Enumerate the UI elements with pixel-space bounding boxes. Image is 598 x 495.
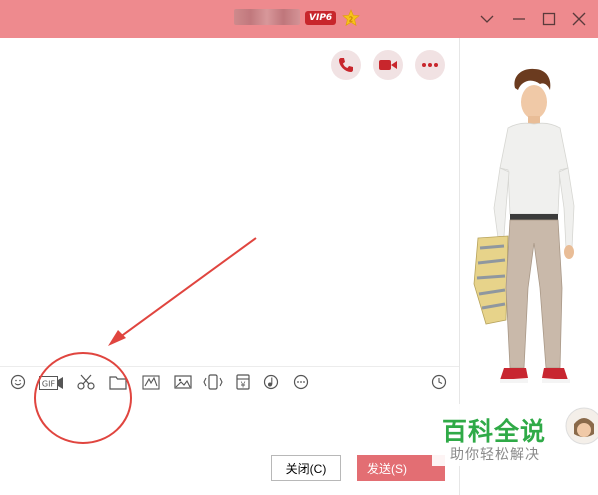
scissors-icon	[77, 374, 95, 390]
svg-text:2: 2	[349, 16, 353, 24]
message-area	[0, 38, 459, 366]
character-illustration	[473, 68, 575, 383]
image-button[interactable]	[173, 373, 193, 391]
clock-icon	[431, 374, 447, 390]
vip-star-icon[interactable]: 2	[342, 9, 360, 27]
emoji-icon	[10, 374, 26, 390]
image-icon	[174, 375, 192, 389]
close-button[interactable]: 关闭(C)	[271, 455, 341, 481]
music-icon	[263, 374, 279, 390]
more-tools-button[interactable]	[291, 373, 311, 391]
watermark-title: 百科全说	[442, 417, 547, 446]
vip-badge[interactable]: VIP6	[305, 11, 337, 25]
shake-icon	[203, 374, 223, 390]
doodle-button[interactable]	[141, 373, 161, 391]
file-button[interactable]	[108, 373, 128, 391]
watermark-avatar	[562, 404, 598, 448]
maximize-icon[interactable]	[541, 11, 557, 27]
svg-text:GIF: GIF	[42, 380, 56, 389]
doodle-icon	[142, 375, 160, 390]
message-input[interactable]	[0, 395, 459, 450]
minimize-icon[interactable]	[511, 11, 527, 27]
contact-name-blurred	[234, 9, 300, 25]
svg-text:¥: ¥	[240, 381, 245, 390]
music-button[interactable]	[261, 373, 281, 391]
title-bar: VIP6 2	[0, 0, 598, 38]
more-icon	[293, 374, 309, 390]
chevron-down-icon[interactable]	[479, 11, 495, 27]
screenshot-button[interactable]	[76, 373, 96, 391]
toolbar-divider	[0, 366, 459, 367]
watermark-subtitle: 助你轻松解决	[450, 447, 540, 463]
history-button[interactable]	[429, 373, 449, 391]
close-icon[interactable]	[571, 11, 587, 27]
red-packet-button[interactable]: ¥	[233, 373, 253, 391]
red-packet-icon: ¥	[236, 374, 250, 390]
folder-icon	[109, 376, 127, 390]
gif-button[interactable]: GIF	[39, 375, 63, 390]
send-button-label: 发送(S)	[367, 461, 407, 476]
emoji-button[interactable]	[8, 373, 28, 391]
gif-icon: GIF	[39, 376, 63, 390]
shake-button[interactable]	[203, 373, 223, 391]
